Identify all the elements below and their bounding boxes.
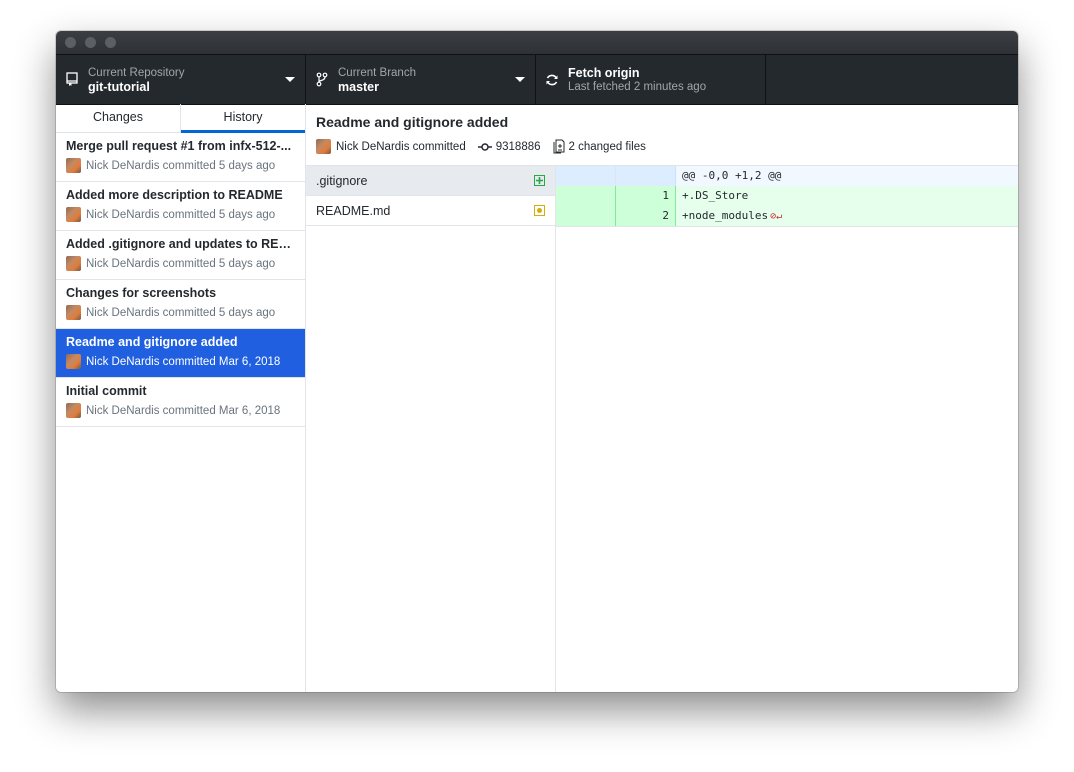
commit-meta: Nick DeNardis committed 5 days ago xyxy=(86,159,276,172)
file-list-item-selected[interactable]: .gitignore xyxy=(306,166,555,196)
fetch-title: Fetch origin xyxy=(568,65,640,80)
repository-label: Current Repository xyxy=(88,66,185,79)
old-line-number xyxy=(556,186,616,206)
commit-title: Initial commit xyxy=(66,384,147,398)
avatar xyxy=(316,139,331,154)
commit-icon xyxy=(477,142,492,152)
avatar xyxy=(66,158,81,173)
diff-line-added[interactable]: 2 +node_modules ⊘↵ xyxy=(556,206,1018,226)
diff-view: @@ -0,0 +1,2 @@ 1 +.DS_Store 2 +node_mod… xyxy=(556,166,1018,692)
diff-line-added[interactable]: 1 +.DS_Store xyxy=(556,186,1018,206)
avatar xyxy=(66,354,81,369)
zoom-window-button[interactable] xyxy=(105,37,116,48)
commit-list-item-selected[interactable]: Readme and gitignore added Nick DeNardis… xyxy=(56,329,305,378)
repo-icon xyxy=(56,72,88,87)
current-repository-button[interactable]: Current Repository git-tutorial xyxy=(56,55,306,104)
file-list-item[interactable]: README.md xyxy=(306,196,555,226)
branch-icon xyxy=(306,72,338,87)
app-window: Current Repository git-tutorial Current … xyxy=(56,31,1018,692)
fetch-origin-button[interactable]: Fetch origin Last fetched 2 minutes ago xyxy=(536,55,766,104)
current-branch-button[interactable]: Current Branch master xyxy=(306,55,536,104)
commit-meta: Nick DeNardis committed 5 days ago xyxy=(86,257,276,270)
old-line-number xyxy=(556,166,616,186)
caret-down-icon xyxy=(285,77,295,82)
commit-list-item[interactable]: Initial commit Nick DeNardis committed M… xyxy=(56,378,305,427)
new-line-number: 1 xyxy=(616,186,676,206)
file-name: .gitignore xyxy=(316,173,368,188)
diff-hunk-header: @@ -0,0 +1,2 @@ xyxy=(556,166,1018,186)
avatar xyxy=(66,305,81,320)
commit-detail: Readme and gitignore added Nick DeNardis… xyxy=(306,104,1018,692)
avatar xyxy=(66,403,81,418)
commit-list-item[interactable]: Changes for screenshots Nick DeNardis co… xyxy=(56,280,305,329)
old-line-number xyxy=(556,206,616,226)
changed-files-count: 2 changed files xyxy=(568,140,646,153)
diff-files-icon xyxy=(553,139,565,154)
commit-meta: Nick DeNardis committed 5 days ago xyxy=(86,208,276,221)
avatar xyxy=(66,207,81,222)
title-bar xyxy=(56,31,1018,55)
commit-list-item[interactable]: Merge pull request #1 from infx-512-... … xyxy=(56,133,305,182)
diff-panes: .gitignore README.md @@ -0,0 +1,2 @@ 1 +… xyxy=(306,166,1018,692)
commit-title: Readme and gitignore added xyxy=(66,335,238,349)
commit-meta: Nick DeNardis committed Mar 6, 2018 xyxy=(86,404,281,417)
tab-history[interactable]: History xyxy=(181,104,305,133)
commit-meta: Nick DeNardis committed 5 days ago xyxy=(86,306,276,319)
close-window-button[interactable] xyxy=(65,37,76,48)
caret-down-icon xyxy=(515,77,525,82)
sidebar: Changes History Merge pull request #1 fr… xyxy=(56,104,306,692)
tab-changes[interactable]: Changes xyxy=(56,104,181,132)
minimize-window-button[interactable] xyxy=(85,37,96,48)
changed-files-list: .gitignore README.md xyxy=(306,166,556,692)
new-line-number xyxy=(616,166,676,186)
diff-line-text: +.DS_Store xyxy=(676,186,1018,206)
commit-summary: Readme and gitignore added Nick DeNardis… xyxy=(306,104,1018,166)
file-name: README.md xyxy=(316,203,391,218)
diff-end-divider xyxy=(556,226,1018,227)
fetch-subtitle: Last fetched 2 minutes ago xyxy=(568,80,707,93)
commit-list-item[interactable]: Added more description to README Nick De… xyxy=(56,182,305,231)
repository-name: git-tutorial xyxy=(88,79,150,94)
sidebar-tabs: Changes History xyxy=(56,104,305,133)
commit-title: Added .gitignore and updates to REA... xyxy=(66,237,295,251)
commit-list-item[interactable]: Added .gitignore and updates to REA... N… xyxy=(56,231,305,280)
commit-author: Nick DeNardis committed xyxy=(336,140,466,153)
new-line-number: 2 xyxy=(616,206,676,226)
commit-title: Merge pull request #1 from infx-512-... xyxy=(66,139,292,153)
file-modified-icon xyxy=(534,205,545,216)
commit-sha[interactable]: 9318886 xyxy=(496,141,541,153)
commit-title: Changes for screenshots xyxy=(66,286,217,300)
toolbar: Current Repository git-tutorial Current … xyxy=(56,55,1018,105)
branch-name: master xyxy=(338,79,379,94)
avatar xyxy=(66,256,81,271)
branch-label: Current Branch xyxy=(338,66,416,79)
diff-line-text: +node_modules xyxy=(682,209,769,222)
sync-icon xyxy=(536,73,568,87)
commit-meta: Nick DeNardis committed Mar 6, 2018 xyxy=(86,355,281,368)
commit-list: Merge pull request #1 from infx-512-... … xyxy=(56,133,305,427)
content: Changes History Merge pull request #1 fr… xyxy=(56,104,1018,692)
commit-title: Added more description to README xyxy=(66,188,283,202)
hunk-text: @@ -0,0 +1,2 @@ xyxy=(676,166,1018,186)
no-newline-icon: ⊘↵ xyxy=(770,211,783,222)
file-added-icon xyxy=(534,175,545,186)
commit-detail-title: Readme and gitignore added xyxy=(316,114,509,130)
